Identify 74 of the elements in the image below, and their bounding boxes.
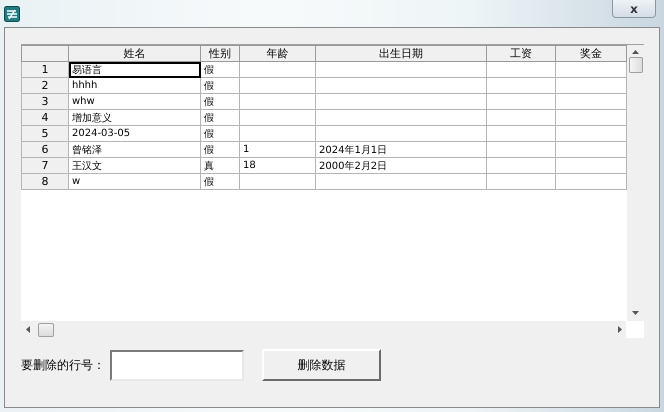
table-cell[interactable] (316, 62, 486, 78)
table-cell[interactable] (556, 142, 626, 158)
table-cell[interactable]: 真 (200, 158, 240, 174)
table-cell[interactable]: 假 (200, 62, 240, 78)
table-cell[interactable] (556, 94, 626, 110)
table-cell[interactable] (486, 174, 556, 190)
row-header[interactable]: 7 (22, 158, 68, 174)
table-cell[interactable]: 假 (200, 110, 240, 126)
table-cell[interactable]: hhhh (68, 78, 200, 94)
column-header[interactable]: 年龄 (240, 46, 316, 62)
column-header[interactable]: 姓名 (68, 46, 200, 62)
column-header[interactable]: 奖金 (556, 46, 626, 62)
column-header[interactable]: 出生日期 (316, 46, 486, 62)
table-cell[interactable] (486, 110, 556, 126)
table-cell[interactable] (240, 174, 316, 190)
table-cell[interactable] (316, 174, 486, 190)
table-cell[interactable]: 2024年1月1日 (316, 142, 486, 158)
row-header[interactable]: 1 (22, 62, 68, 78)
table-cell[interactable]: 曾铭泽 (68, 142, 200, 158)
table-cell[interactable] (556, 174, 626, 190)
delete-data-button[interactable]: 删除数据 (262, 349, 381, 381)
table-cell[interactable] (486, 158, 556, 174)
row-header[interactable]: 6 (22, 142, 68, 158)
table-cell[interactable] (316, 126, 486, 142)
column-header[interactable]: 性别 (200, 46, 240, 62)
table-cell[interactable]: 假 (200, 142, 240, 158)
table-cell[interactable]: 假 (200, 94, 240, 110)
row-number-field[interactable] (110, 350, 244, 380)
scroll-right-icon (618, 326, 622, 333)
table-cell[interactable]: 增加意义 (68, 110, 200, 126)
table-cell[interactable] (556, 110, 626, 126)
table-cell[interactable]: 假 (200, 78, 240, 94)
table-cell[interactable] (486, 62, 556, 78)
table-cell[interactable]: 易语言 (68, 62, 200, 78)
table-cell[interactable]: 王汉文 (68, 158, 200, 174)
table-cell[interactable] (316, 110, 486, 126)
close-button[interactable]: x (612, 0, 656, 18)
table-cell[interactable] (316, 78, 486, 94)
table-cell[interactable] (556, 62, 626, 78)
row-header[interactable]: 3 (22, 94, 68, 110)
row-header[interactable]: 2 (22, 78, 68, 94)
table-cell[interactable]: 18 (240, 158, 316, 174)
table-cell[interactable] (486, 78, 556, 94)
scroll-up-icon (632, 50, 639, 54)
table-cell[interactable] (240, 62, 316, 78)
scroll-left-icon (26, 326, 30, 333)
table-cell[interactable]: 2000年2月2日 (316, 158, 486, 174)
row-header[interactable]: 5 (22, 126, 68, 142)
table-cell[interactable] (240, 78, 316, 94)
table-cell[interactable] (556, 78, 626, 94)
table-cell[interactable]: 假 (200, 126, 240, 142)
table-cell[interactable]: 1 (240, 142, 316, 158)
row-header[interactable]: 8 (22, 174, 68, 190)
column-header[interactable]: 工资 (486, 46, 556, 62)
scroll-thumb[interactable] (38, 322, 54, 336)
scroll-down-icon (632, 311, 639, 315)
table-cell[interactable] (240, 110, 316, 126)
table-cell[interactable] (486, 94, 556, 110)
scroll-thumb[interactable] (628, 57, 642, 73)
table-cell[interactable]: whw (68, 94, 200, 110)
row-number-label: 要删除的行号： (21, 356, 106, 374)
table-cell[interactable]: 假 (200, 174, 240, 190)
table-cell[interactable] (556, 126, 626, 142)
table-cell[interactable] (316, 94, 486, 110)
table-cell[interactable]: w (68, 174, 200, 190)
app-icon (4, 6, 20, 22)
table-cell[interactable] (556, 158, 626, 174)
table-cell[interactable] (240, 94, 316, 110)
table-cell[interactable] (240, 126, 316, 142)
vertical-scrollbar[interactable] (627, 45, 644, 321)
table-cell[interactable] (486, 142, 556, 158)
row-header[interactable]: 4 (22, 110, 68, 126)
table-cell[interactable] (486, 126, 556, 142)
table-cell[interactable]: 2024-03-05 (68, 126, 200, 142)
